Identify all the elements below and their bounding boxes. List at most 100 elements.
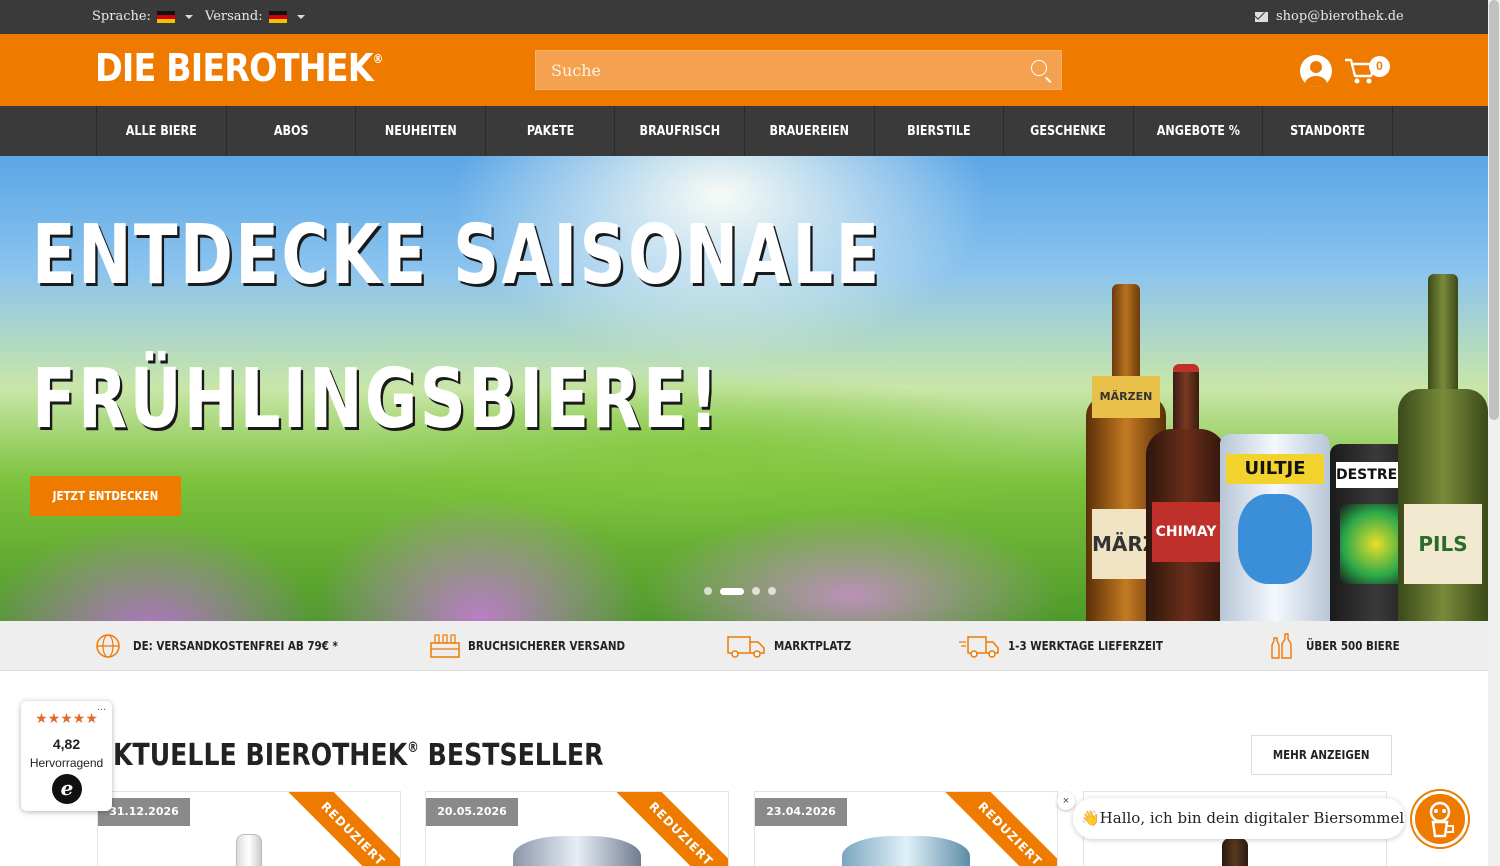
fast-truck-icon	[959, 636, 999, 658]
usp-item-marketplace: MARKTPLATZ	[726, 632, 864, 660]
account-icon[interactable]	[1300, 55, 1332, 87]
beer-crate-icon	[430, 634, 460, 658]
robot-icon	[1429, 801, 1454, 838]
usp-text: 1-3 WERKTAGE LIEFERZEIT	[1008, 639, 1163, 653]
bestseller-heading-end: BESTSELLER	[427, 738, 604, 773]
show-more-button[interactable]: MEHR ANZEIGEN	[1251, 735, 1392, 775]
nav-item-alle-biere[interactable]: ALLE BIERE	[97, 106, 227, 156]
chat-close-icon[interactable]: ×	[1057, 792, 1075, 810]
product-image	[842, 836, 970, 866]
trusted-shops-emblem: e	[52, 774, 82, 804]
nav-item-label: ABOS	[273, 123, 309, 139]
logo-registered-mark: ®	[372, 52, 384, 66]
germany-flag-icon	[268, 10, 287, 23]
email-link[interactable]: shop@bierothek.de	[1255, 9, 1404, 24]
usp-text: DE: VERSANDKOSTENFREI AB 79€ *	[133, 639, 338, 653]
nav-item-abos[interactable]: ABOS	[227, 106, 357, 156]
nav-list: ALLE BIERE ABOS NEUHEITEN PAKETE BRAUFRISCH B…	[96, 106, 1393, 156]
nav-item-label: PAKETE	[526, 123, 574, 139]
chevron-down-icon	[296, 14, 305, 19]
best-before-date: 23.04.2026	[755, 798, 847, 826]
nav-item-angebote[interactable]: ANGEBOTE %	[1134, 106, 1264, 156]
nav-item-label: ANGEBOTE %	[1156, 123, 1240, 139]
nav-item-label: BIERSTILE	[907, 123, 971, 139]
nav-item-neuheiten[interactable]: NEUHEITEN	[356, 106, 486, 156]
best-before-date: 20.05.2026	[426, 798, 518, 826]
usp-text: ÜBER 500 BIERE	[1306, 639, 1400, 653]
email-text: shop@bierothek.de	[1276, 9, 1404, 24]
product-card[interactable]: 20.05.2026 REDUZIERT	[425, 791, 729, 866]
language-selector[interactable]: Sprache:	[92, 9, 193, 24]
product-image	[513, 836, 641, 866]
shipping-label: Versand:	[205, 9, 263, 24]
usp-item-delivery-time: 1-3 WERKTAGE LIEFERZEIT	[958, 632, 1188, 660]
usp-bar: DE: VERSANDKOSTENFREI AB 79€ * BRUCHSICH…	[0, 621, 1488, 671]
nav-item-braufrisch[interactable]: BRAUFRISCH	[615, 106, 745, 156]
hero-banner[interactable]: ENTDECKE SAISONALE FRÜHLINGSBIERE! JETZT…	[0, 156, 1488, 621]
scrollbar-thumb[interactable]	[1489, 0, 1499, 420]
hero-title-line-2: FRÜHLINGSBIERE!	[32, 352, 721, 447]
nav-item-label: GESCHENKE	[1030, 123, 1107, 139]
bestseller-heading: KTUELLE BIEROTHEK® BESTSELLER	[113, 738, 604, 773]
usp-item-free-shipping: DE: VERSANDKOSTENFREI AB 79€ *	[95, 632, 371, 660]
product-card[interactable]: 23.04.2026 REDUZIERT	[754, 791, 1058, 866]
nav-item-label: BRAUFRISCH	[639, 123, 720, 139]
slider-dot[interactable]	[752, 587, 760, 595]
beer-bottle-chimay: CHIMAY	[1146, 364, 1226, 621]
site-logo[interactable]: DIE BIEROTHEK®	[95, 46, 384, 90]
chat-greeting-bubble[interactable]: 👋Hallo, ich bin dein digitaler Biersomme…	[1073, 798, 1405, 839]
bottle-label: CHIMAY	[1152, 502, 1220, 562]
slider-dot[interactable]	[720, 587, 744, 595]
show-more-label: MEHR ANZEIGEN	[1273, 748, 1370, 762]
nav-item-standorte[interactable]: STANDORTE	[1263, 106, 1393, 156]
rating-score: 4,82	[52, 736, 81, 752]
mail-icon	[1255, 11, 1268, 22]
chevron-down-icon	[184, 14, 193, 19]
search-box	[535, 50, 1062, 90]
bottle-label: PILS	[1404, 504, 1482, 584]
cart-count-badge: 0	[1369, 56, 1390, 77]
bestseller-heading-text: KTUELLE BIEROTHEK	[113, 738, 408, 773]
nav-item-pakete[interactable]: PAKETE	[486, 106, 616, 156]
usp-text: BRUCHSICHERER VERSAND	[468, 639, 626, 653]
rating-verdict: Hervorragend	[29, 756, 104, 770]
reduced-ribbon: REDUZIERT	[281, 792, 400, 866]
search-input[interactable]	[536, 51, 1026, 89]
logo-text: DIE BIEROTHEK	[95, 46, 374, 90]
beer-bottle-pils: PILS	[1398, 274, 1488, 621]
slider-dot[interactable]	[704, 587, 712, 595]
discover-button-label: JETZT ENTDECKEN	[52, 489, 159, 503]
slider-pagination	[704, 587, 776, 595]
rating-stars: ★★★★★	[35, 711, 98, 727]
trust-rating-widget[interactable]: ... ★★★★★ 4,82 Hervorragend e	[21, 701, 112, 811]
can-label: UILTJE	[1226, 454, 1324, 484]
chat-bot-avatar-icon[interactable]	[1412, 791, 1468, 847]
shipping-country-selector[interactable]: Versand:	[205, 9, 305, 24]
nav-item-brauereien[interactable]: BRAUEREIEN	[745, 106, 875, 156]
product-image	[236, 834, 262, 866]
nav-item-label: ALLE BIERE	[125, 123, 197, 139]
slider-dot[interactable]	[768, 587, 776, 595]
beer-can-uiltje: UILTJE	[1220, 434, 1330, 621]
nav-item-label: STANDORTE	[1290, 123, 1366, 139]
bottles-icon	[1271, 633, 1292, 659]
top-bar: Sprache: Versand: shop@bierothek.de	[0, 0, 1488, 34]
site-header: DIE BIEROTHEK® 0	[0, 34, 1488, 106]
usp-item-safe-shipping: BRUCHSICHERER VERSAND	[430, 632, 651, 660]
search-icon[interactable]	[1031, 60, 1047, 76]
product-image	[1222, 838, 1248, 866]
discover-button[interactable]: JETZT ENTDECKEN	[30, 476, 181, 516]
nav-item-bierstile[interactable]: BIERSTILE	[875, 106, 1005, 156]
germany-flag-icon	[156, 10, 175, 23]
hero-title-line-1: ENTDECKE SAISONALE	[32, 208, 882, 303]
usp-text: MARKTPLATZ	[774, 639, 852, 653]
usp-item-500-beers: ÜBER 500 BIERE	[1268, 632, 1415, 660]
nav-item-geschenke[interactable]: GESCHENKE	[1004, 106, 1134, 156]
nav-item-label: BRAUEREIEN	[769, 123, 850, 139]
language-label: Sprache:	[92, 9, 151, 24]
delivery-van-icon	[727, 636, 765, 658]
globe-icon	[96, 634, 120, 658]
product-card[interactable]: 31.12.2026 REDUZIERT	[97, 791, 401, 866]
nav-item-label: NEUHEITEN	[384, 123, 457, 139]
main-navigation: ALLE BIERE ABOS NEUHEITEN PAKETE BRAUFRISCH B…	[0, 106, 1488, 156]
